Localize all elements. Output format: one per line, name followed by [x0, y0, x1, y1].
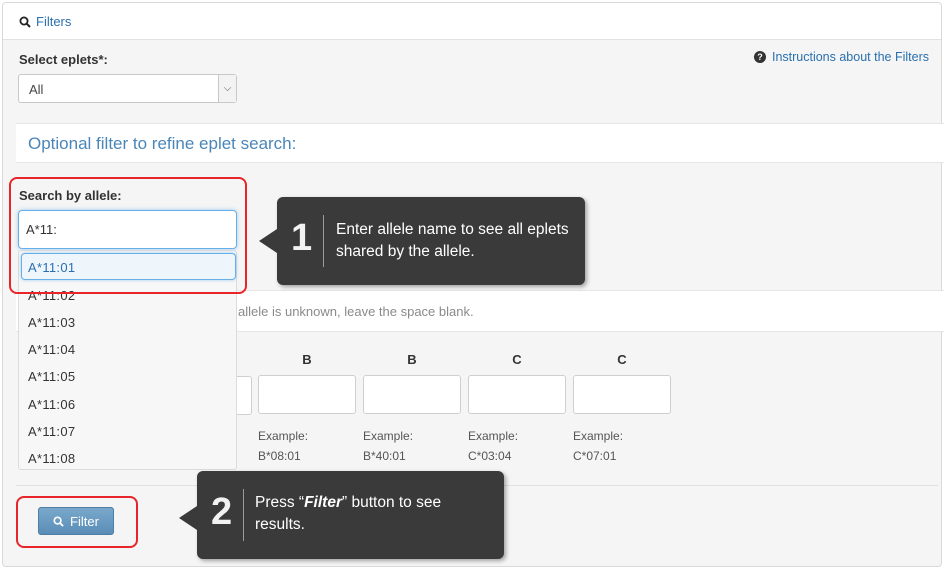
optional-filter-title: Optional filter to refine eplet search:	[28, 134, 297, 153]
allele-highlight-box	[9, 177, 247, 294]
callout-separator	[243, 489, 244, 541]
chevron-down-icon: ⌵	[218, 75, 236, 102]
hint-text: allele is unknown, leave the space blank…	[238, 304, 474, 319]
callout-separator	[323, 215, 324, 267]
callout-step-number: 2	[211, 491, 233, 533]
example-value-b1: B*08:01	[258, 449, 301, 463]
locus-input-b2[interactable]	[363, 375, 461, 414]
locus-head-c1: C	[512, 352, 522, 367]
locus-head-b2: B	[407, 352, 417, 367]
locus-input-c1[interactable]	[468, 375, 566, 414]
locus-input-b1[interactable]	[258, 375, 356, 414]
allele-suggestion[interactable]: A*11:07	[28, 424, 75, 439]
callout-step-text: Enter allele name to see all eplets shar…	[336, 221, 569, 260]
callout-text-emphasis: Filter	[304, 494, 342, 511]
filter-highlight-box	[16, 496, 138, 548]
select-eplets-label: Select eplets*:	[19, 52, 108, 67]
eplets-select-value: All	[29, 82, 44, 97]
instructions-link[interactable]: ? Instructions about the Filters	[753, 50, 929, 64]
locus-input-c2[interactable]	[573, 375, 671, 414]
optional-filter-header: Optional filter to refine eplet search:	[16, 123, 944, 163]
example-label-b2: Example:	[363, 429, 414, 443]
search-icon	[19, 16, 31, 28]
callout-step-1: 1 Enter allele name to see all eplets sh…	[259, 197, 585, 285]
locus-head-b1: B	[302, 352, 312, 367]
callout-tail	[179, 506, 197, 530]
callout-tail	[259, 229, 277, 253]
eplets-select[interactable]: All ⌵	[18, 74, 237, 103]
callout-step-number: 1	[291, 217, 313, 259]
allele-suggestion[interactable]: A*11:06	[28, 397, 75, 412]
filters-title: Filters	[36, 14, 72, 29]
panel-heading: Filters	[3, 3, 941, 40]
question-circle-icon: ?	[753, 51, 766, 63]
callout-step-text: Press “Filter” button to see results.	[255, 492, 495, 536]
allele-suggestion[interactable]: A*11:05	[28, 369, 75, 384]
example-value-b2: B*40:01	[363, 449, 406, 463]
example-label-c1: Example:	[468, 429, 519, 443]
example-label-b1: Example:	[258, 429, 309, 443]
allele-suggestion[interactable]: A*11:08	[28, 451, 75, 466]
allele-suggestion[interactable]: A*11:03	[28, 315, 75, 330]
allele-suggestion[interactable]: A*11:04	[28, 342, 75, 357]
example-value-c1: C*03:04	[468, 449, 512, 463]
example-value-c2: C*07:01	[573, 449, 617, 463]
filters-toggle-link[interactable]: Filters	[19, 14, 71, 29]
callout-text-prefix: Press “	[255, 494, 305, 511]
example-label-c2: Example:	[573, 429, 624, 443]
instructions-link-label: Instructions about the Filters	[771, 50, 929, 64]
callout-step-2: 2 Press “Filter” button to see results.	[179, 471, 504, 559]
locus-head-c2: C	[617, 352, 627, 367]
